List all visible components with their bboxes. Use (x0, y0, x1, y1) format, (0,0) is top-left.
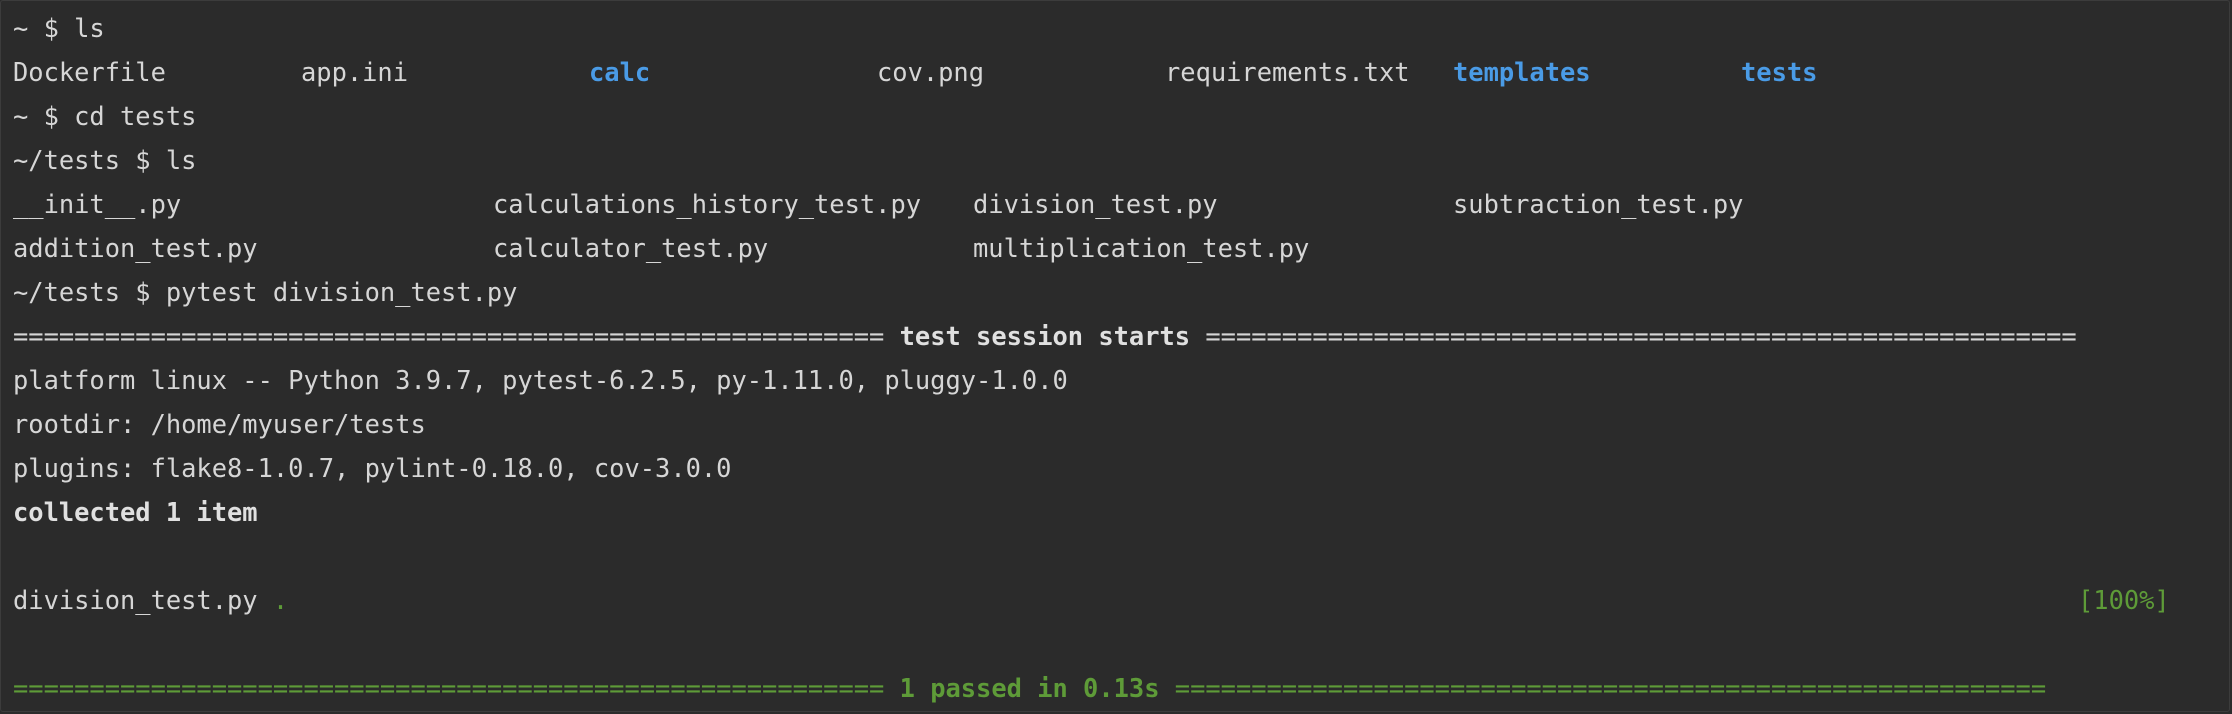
command-line-ls: ~ $ ls (13, 13, 105, 43)
session-title: test session starts (899, 321, 1191, 351)
list-item-requirements: requirements.txt (1165, 57, 1410, 87)
list-item: __init__.py (13, 189, 182, 219)
separator: ========================================… (13, 673, 885, 703)
separator: ========================================… (1174, 673, 2047, 703)
command-line-pytest: ~/tests $ pytest division_test.py (13, 277, 518, 307)
command-line-ls-tests: ~/tests $ ls (13, 145, 197, 175)
test-pass-dot: . (272, 585, 289, 615)
session-header: ========================================… (13, 314, 2077, 358)
separator: ========================================… (1205, 321, 2077, 351)
list-item-app-ini: app.ini (301, 57, 409, 87)
list-item-templates-dir: templates (1453, 57, 1591, 87)
root-listing: Dockerfile app.ini calc cov.png requirem… (13, 50, 2213, 94)
list-item: division_test.py (973, 189, 1218, 219)
list-item: addition_test.py (13, 233, 258, 263)
list-item: subtraction_test.py (1453, 189, 1744, 219)
list-item-tests-dir: tests (1741, 57, 1818, 87)
separator: ========================================… (13, 321, 885, 351)
list-item: calculations_history_test.py (493, 189, 922, 219)
list-item-calc-dir: calc (589, 57, 651, 87)
rootdir-info: rootdir: /home/myuser/tests (13, 409, 426, 439)
progress-percent: [100%] (2078, 585, 2170, 615)
platform-info: platform linux -- Python 3.9.7, pytest-6… (13, 365, 1068, 395)
collected-count: collected 1 item (13, 497, 258, 527)
terminal-window[interactable]: ~ $ ls Dockerfile app.ini calc cov.png r… (0, 0, 2230, 712)
plugins-info: plugins: flake8-1.0.7, pylint-0.18.0, co… (13, 453, 732, 483)
tests-listing-row: addition_test.py calculator_test.py mult… (13, 226, 2213, 270)
list-item: multiplication_test.py (973, 233, 1310, 263)
summary-text: 1 passed in 0.13s (899, 673, 1160, 703)
list-item: calculator_test.py (493, 233, 769, 263)
test-result-line: division_test.py . (13, 578, 288, 622)
session-summary: ========================================… (13, 666, 2046, 710)
list-item-cov-png: cov.png (877, 57, 985, 87)
command-line-cd: ~ $ cd tests (13, 101, 197, 131)
test-file-name: division_test.py (13, 585, 258, 615)
tests-listing-row: __init__.py calculations_history_test.py… (13, 182, 2213, 226)
list-item-dockerfile: Dockerfile (13, 57, 166, 87)
